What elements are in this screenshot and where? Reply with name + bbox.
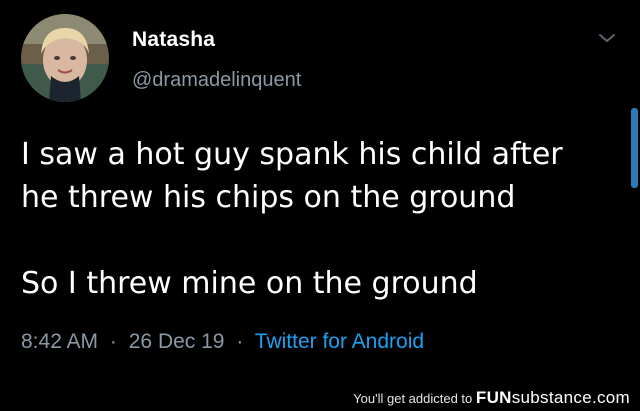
tweet-line: I saw a hot guy spank his child after: [21, 137, 563, 172]
watermark-text: You'll get addicted to FUNsubstance.com: [353, 388, 630, 408]
tweet-line: he threw his chips on the ground: [21, 180, 516, 215]
tweet-meta: 8:42 AM · 26 Dec 19 · Twitter for Androi…: [21, 330, 424, 354]
watermark-footer: You'll get addicted to FUNsubstance.com: [0, 382, 640, 411]
tweet-time[interactable]: 8:42 AM: [21, 330, 98, 353]
watermark-brand-bold: FUN: [475, 388, 512, 407]
tweet-date[interactable]: 26 Dec 19: [129, 330, 225, 353]
author-name[interactable]: Natasha: [132, 28, 215, 52]
scrollbar-track[interactable]: [630, 0, 640, 382]
tweet-line: So I threw mine on the ground: [21, 266, 478, 301]
avatar-photo: [21, 14, 109, 102]
tweet-card: Natasha @dramadelinquent I saw a hot guy…: [0, 0, 640, 382]
meta-separator: ·: [236, 330, 244, 353]
author-handle[interactable]: @dramadelinquent: [132, 69, 301, 92]
avatar[interactable]: [21, 14, 109, 102]
meta-separator: ·: [109, 330, 117, 353]
tweet-source-link[interactable]: Twitter for Android: [255, 330, 424, 353]
scrollbar-thumb[interactable]: [631, 108, 638, 188]
watermark-brand: FUNsubstance.com: [476, 388, 630, 407]
watermark-tagline: You'll get addicted to: [353, 391, 473, 406]
tweet-text: I saw a hot guy spank his child after he…: [21, 133, 621, 305]
watermark-brand-suffix: .com: [591, 388, 630, 407]
chevron-down-icon[interactable]: [596, 30, 618, 46]
watermark-brand-rest: substance: [511, 388, 592, 407]
